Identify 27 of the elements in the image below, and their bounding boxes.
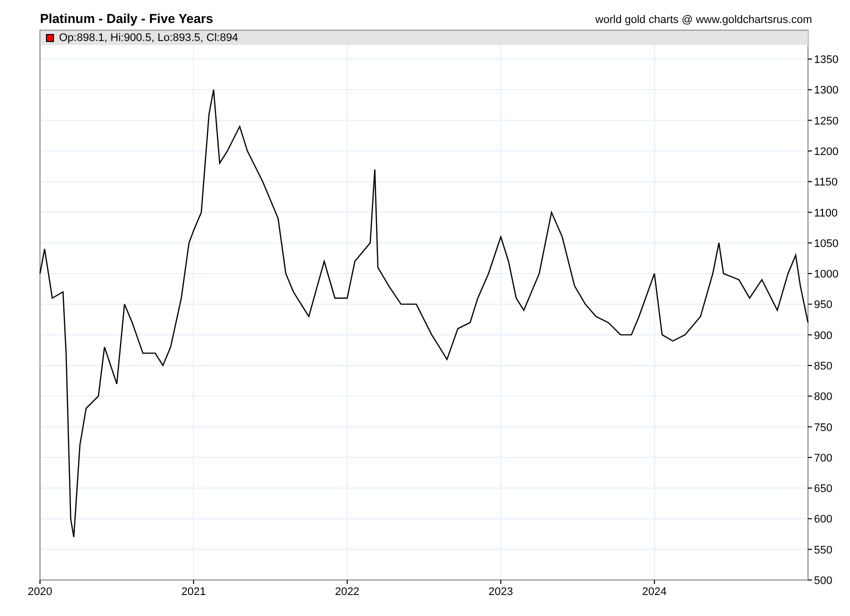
axis-tick-label: 1050 [814, 238, 838, 250]
axis-tick-label: 1150 [814, 176, 838, 189]
axis-tick-label: 2023 [488, 586, 514, 598]
axis-tick-label: 2022 [334, 586, 360, 598]
axis-tick-label: 1250 [814, 115, 838, 128]
axis-tick-label: 850 [814, 360, 832, 372]
axis-tick-label: 1350 [814, 54, 838, 66]
axis-tick-label: 1200 [814, 146, 838, 158]
axis-tick-label: 750 [814, 422, 832, 434]
legend-text: Op:898.1, Hi:900.5, Lo:893.5, Cl:894 [59, 31, 238, 46]
chart-title: Platinum - Daily - Five Years [40, 10, 214, 28]
axis-tick-label: 2024 [642, 586, 667, 598]
axis-tick-label: 650 [814, 483, 832, 496]
source-credit: world gold charts @ www.goldchartsrus.com [595, 12, 812, 28]
axis-tick-label: 500 [814, 575, 832, 587]
axis-tick-label: 800 [814, 391, 832, 404]
axis-tick-label: 2021 [181, 586, 206, 598]
axis-tick-label: 2020 [28, 586, 52, 598]
axis-tick-label: 1100 [814, 207, 838, 220]
axis-tick-label: 700 [814, 452, 832, 464]
axis-tick-label: 1300 [814, 84, 838, 97]
axis-tick-label: 900 [814, 330, 832, 342]
axis-tick-label: 950 [814, 299, 832, 312]
axis-tick-label: 1000 [814, 268, 838, 281]
legend-swatch-icon [46, 34, 54, 42]
axis-tick-label: 600 [814, 514, 832, 526]
axis-tick-label: 550 [814, 544, 832, 556]
